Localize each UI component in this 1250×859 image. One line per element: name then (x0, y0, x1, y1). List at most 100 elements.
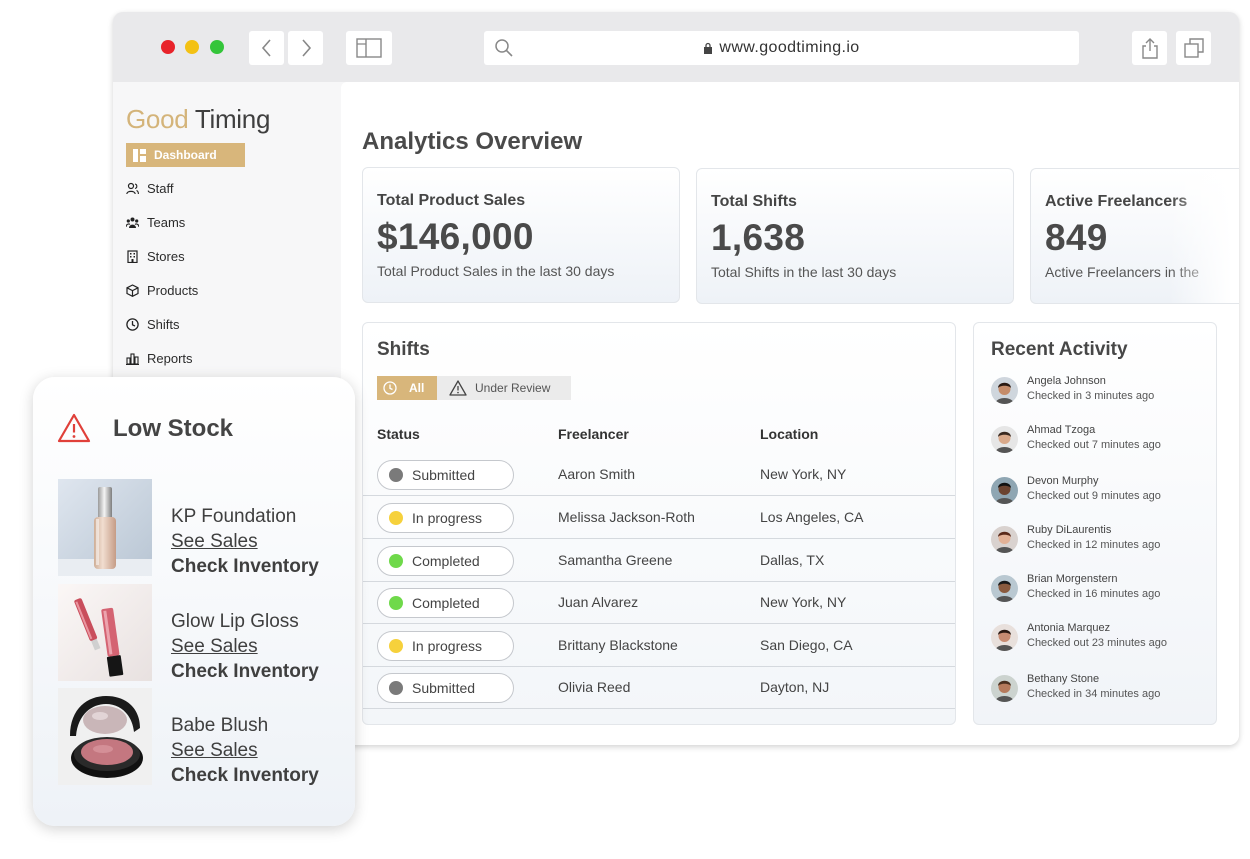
activity-item[interactable]: Antonia Marquez Checked out 23 minutes ag… (991, 622, 1216, 656)
avatar (991, 526, 1018, 553)
freelancer-cell: Olivia Reed (558, 679, 631, 695)
status-label: In progress (412, 510, 483, 526)
table-row[interactable]: In progress Melissa Jackson-Roth Los Angel… (363, 496, 955, 539)
table-row[interactable]: Completed Samantha Greene Dallas, TX (363, 539, 955, 582)
activity-item[interactable]: Brian Morgenstern Checked in 16 minutes a… (991, 573, 1216, 607)
forward-button[interactable] (288, 31, 323, 65)
clock-icon (126, 317, 139, 331)
see-sales-link[interactable]: See Sales (171, 636, 258, 658)
sidebar-item-products[interactable]: Products (126, 278, 198, 302)
filter-review-label: Under Review (475, 381, 551, 395)
tabs-button[interactable] (1176, 31, 1211, 65)
filter-under-review-tab[interactable]: Under Review (437, 376, 571, 400)
location-cell: New York, NY (760, 594, 847, 610)
stat-description: Total Shifts in the last 30 days (711, 264, 897, 280)
maximize-window-button[interactable] (210, 40, 224, 54)
activity-status: Checked out 9 minutes ago (1027, 490, 1161, 502)
dashboard-icon (133, 148, 146, 162)
stat-card-total-shifts[interactable]: Total Shifts 1,638 Total Shifts in the l… (696, 168, 1014, 304)
avatar (991, 624, 1018, 651)
status-pill[interactable]: Submitted (377, 673, 514, 703)
sidebar-toggle-button[interactable] (346, 31, 392, 65)
sidebar-item-label: Reports (147, 350, 193, 366)
table-row[interactable]: Submitted Olivia Reed Dayton, NJ (363, 666, 955, 709)
page-title: Analytics Overview (362, 128, 583, 155)
table-row[interactable]: Completed Juan Alvarez New York, NY (363, 581, 955, 624)
status-dot-icon (389, 511, 403, 525)
sidebar-item-shifts[interactable]: Shifts (126, 312, 180, 336)
sidebar-item-dashboard[interactable]: Dashboard (126, 143, 245, 167)
check-inventory-link[interactable]: Check Inventory (171, 765, 319, 787)
check-inventory-link[interactable]: Check Inventory (171, 661, 319, 683)
url-text: www.goodtiming.io (719, 39, 860, 56)
low-stock-title: Low Stock (113, 415, 234, 442)
status-label: Completed (412, 595, 480, 611)
status-pill[interactable]: In progress (377, 631, 514, 661)
sidebar-item-teams[interactable]: Teams (126, 210, 185, 234)
activity-item[interactable]: Ahmad Tzoga Checked out 7 minutes ago (991, 424, 1216, 458)
status-pill[interactable]: Submitted (377, 460, 514, 490)
sidebar-item-stores[interactable]: Stores (126, 244, 185, 268)
stat-card-active-freelancers[interactable]: Active Freelancers 849 Active Freelancer… (1030, 168, 1239, 304)
minimize-window-button[interactable] (185, 40, 199, 54)
low-stock-item: Babe Blush See Sales Check Inventory (58, 688, 348, 787)
column-header-location[interactable]: Location (760, 426, 818, 442)
low-stock-card: Low Stock KP Foundation See Sales Check … (33, 377, 355, 826)
browser-toolbar: www.goodtiming.io (113, 12, 1239, 82)
main-panel: Analytics Overview Total Product Sales $… (341, 82, 1239, 745)
chevron-right-icon (301, 39, 311, 57)
sidebar-item-label: Staff (147, 180, 174, 196)
share-icon (1141, 38, 1158, 59)
activity-user-name: Brian Morgenstern (1027, 573, 1118, 585)
stat-value: 1,638 (711, 217, 806, 258)
location-cell: New York, NY (760, 466, 847, 482)
product-name: Glow Lip Gloss (171, 611, 299, 632)
chevron-left-icon (261, 39, 271, 57)
check-inventory-link[interactable]: Check Inventory (171, 556, 319, 578)
sidebar-item-label: Teams (147, 214, 186, 230)
logo: Good Timing (126, 104, 271, 134)
activity-item[interactable]: Devon Murphy Checked out 9 minutes ago (991, 475, 1216, 509)
status-pill[interactable]: Completed (377, 546, 514, 576)
clock-icon (383, 381, 397, 395)
share-button[interactable] (1132, 31, 1167, 65)
activity-item[interactable]: Ruby DiLaurentis Checked in 12 minutes ag… (991, 524, 1216, 558)
bar-chart-icon (126, 352, 139, 365)
activity-item[interactable]: Bethany Stone Checked in 34 minutes ago (991, 673, 1216, 707)
activity-title: Recent Activity (991, 339, 1128, 360)
close-window-button[interactable] (161, 40, 175, 54)
activity-user-name: Devon Murphy (1027, 475, 1099, 487)
fade-overlay (1169, 169, 1239, 303)
column-header-freelancer[interactable]: Freelancer (558, 426, 629, 442)
status-dot-icon (389, 468, 403, 482)
sidebar-item-reports[interactable]: Reports (126, 346, 193, 370)
sidebar-item-staff[interactable]: Staff (126, 176, 174, 200)
blush-image (58, 688, 152, 785)
address-bar[interactable]: www.goodtiming.io (484, 31, 1079, 65)
foundation-image (58, 479, 152, 576)
shifts-panel: Shifts All Under Review Status Freelance… (362, 322, 956, 725)
location-cell: San Diego, CA (760, 637, 853, 653)
column-header-status[interactable]: Status (377, 426, 420, 442)
table-row[interactable]: In progress Brittany Blackstone San Diego,… (363, 624, 955, 667)
status-pill[interactable]: Completed (377, 588, 514, 618)
status-dot-icon (389, 639, 403, 653)
freelancer-cell: Aaron Smith (558, 466, 636, 482)
activity-item[interactable]: Angela Johnson Checked in 3 minutes ago (991, 375, 1216, 409)
activity-status: Checked in 3 minutes ago (1027, 390, 1155, 402)
sidebar-item-label: Stores (147, 248, 185, 264)
freelancer-cell: Brittany Blackstone (558, 637, 678, 653)
back-button[interactable] (249, 31, 284, 65)
activity-user-name: Bethany Stone (1027, 673, 1100, 685)
see-sales-link[interactable]: See Sales (171, 740, 258, 762)
table-row[interactable]: Submitted Aaron Smith New York, NY (363, 453, 955, 496)
teams-icon (126, 217, 139, 228)
stat-card-product-sales[interactable]: Total Product Sales $146,000 Total Produ… (362, 167, 680, 303)
sidebar-icon (356, 38, 382, 58)
see-sales-link[interactable]: See Sales (171, 531, 258, 553)
avatar (991, 377, 1018, 404)
status-pill[interactable]: In progress (377, 503, 514, 533)
filter-all-tab[interactable]: All (377, 376, 437, 400)
filter-all-label: All (409, 381, 425, 395)
warning-icon (57, 413, 91, 443)
